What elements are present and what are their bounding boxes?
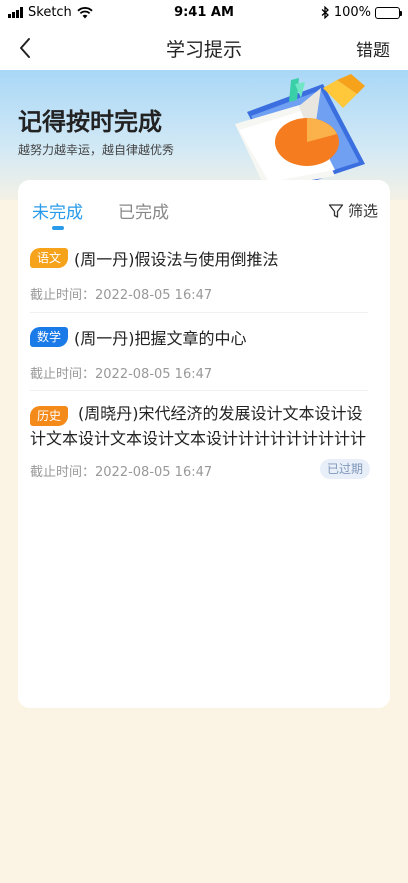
book-illustration (235, 74, 365, 190)
mistakes-button[interactable]: 错题 (356, 36, 390, 61)
hero-title: 记得按时完成 (18, 108, 162, 136)
task-deadline: 截止时间：2022-08-05 16:47 (30, 288, 213, 303)
task-deadline: 截止时间：2022-08-05 16:47 (30, 367, 213, 382)
overdue-badge: 已过期 (319, 459, 370, 479)
divider (30, 390, 368, 391)
task-card: 未完成 已完成 筛选 语文 (周一丹)假设法与使用倒推法 截止时间：2022-0… (18, 180, 390, 708)
filter-button[interactable]: 筛选 (328, 200, 378, 221)
subject-tag: 数学 (30, 327, 69, 347)
tab-bar: 未完成 已完成 (32, 198, 169, 223)
battery-icon (375, 6, 402, 19)
nav-bar: 学习提示 错题 (0, 26, 408, 70)
page-title: 学习提示 (165, 39, 242, 61)
tab-completed[interactable]: 已完成 (118, 198, 169, 223)
task-item[interactable]: 语文 (周一丹)假设法与使用倒推法 截止时间：2022-08-05 16:47 (30, 247, 378, 303)
battery-label: 100% (333, 5, 371, 20)
task-title: (周晓丹)宋代经济的发展设计文本设计设计文本设计文本设计文本设计计计计计计计计计 (30, 404, 367, 448)
task-item[interactable]: 历史 (周晓丹)宋代经济的发展设计文本设计设计文本设计文本设计文本设计计计计计计… (30, 404, 378, 480)
divider (30, 312, 368, 313)
hero-subtitle: 越努力越幸运，越自律越优秀 (18, 143, 175, 157)
task-title: (周一丹)把握文章的中心 (74, 329, 247, 348)
bluetooth-icon (321, 6, 329, 19)
filter-icon (328, 203, 344, 218)
status-right: 100% (321, 5, 402, 20)
active-tab-indicator (52, 226, 64, 230)
task-item[interactable]: 数学 (周一丹)把握文章的中心 截止时间：2022-08-05 16:47 (30, 326, 378, 382)
status-bar: Sketch 9:41 AM 100% (0, 0, 408, 26)
task-meta-row: 截止时间：2022-08-05 16:47 已过期 (30, 459, 378, 480)
subject-tag: 语文 (30, 248, 69, 268)
task-title: (周一丹)假设法与使用倒推法 (74, 250, 279, 269)
task-deadline: 截止时间：2022-08-05 16:47 (30, 465, 213, 480)
subject-tag: 历史 (30, 406, 69, 426)
filter-label: 筛选 (347, 202, 378, 220)
tab-incomplete[interactable]: 未完成 (32, 198, 83, 223)
